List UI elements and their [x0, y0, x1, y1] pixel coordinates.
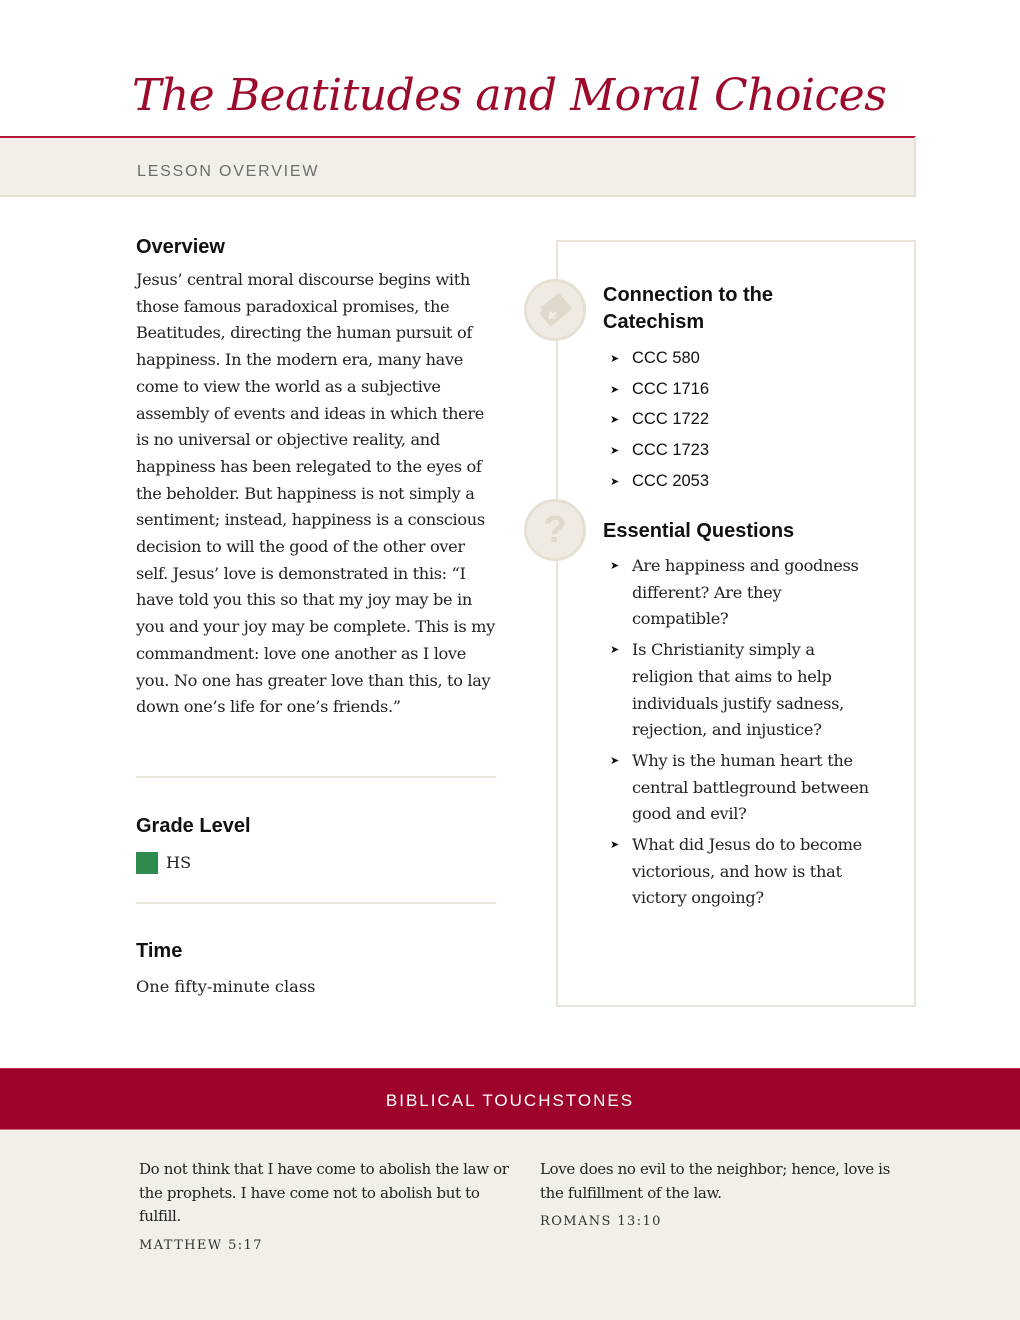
question-text: Is Christianity simply a religion that a… — [632, 640, 844, 740]
chevron-right-icon: ➤ — [610, 754, 620, 767]
grade-level-value: HS — [166, 853, 192, 872]
divider — [136, 902, 496, 904]
page-title: The Beatitudes and Moral Choices — [132, 70, 887, 121]
question-text: What did Jesus do to become victorious, … — [632, 835, 862, 908]
question-item: ➤ Are happiness and goodness different? A… — [610, 553, 870, 633]
scripture-quote: Do not think that I have come to abolish… — [139, 1158, 514, 1253]
quote-reference: ROMANS 13:10 — [540, 1214, 662, 1229]
catechism-item-label: CCC 1723 — [632, 441, 710, 460]
biblical-touchstones-band: BIBLICAL TOUCHSTONES — [0, 1068, 1020, 1130]
biblical-touchstones-label: BIBLICAL TOUCHSTONES — [385, 1091, 635, 1110]
chevron-right-icon: ➤ — [610, 383, 620, 396]
catechism-heading: Connection to the Catechism — [603, 282, 773, 336]
question-text: Are happiness and goodness different? Ar… — [632, 556, 859, 629]
quote-text: Love does no evil to the neighbor; hence… — [540, 1160, 890, 1202]
chevron-right-icon: ➤ — [610, 644, 620, 657]
catechism-item: ➤ CCC 1723 — [610, 435, 709, 466]
essential-questions-heading: Essential Questions — [603, 520, 795, 542]
question-mark-icon: ? — [524, 499, 586, 561]
grade-level-swatch — [136, 852, 158, 875]
catechism-item-label: CCC 580 — [632, 348, 700, 367]
catechism-list: ➤ CCC 580 ➤ CCC 1716 ➤ CCC 1722 ➤ CCC 1723 ➤… — [610, 343, 709, 497]
quote-text: Do not think that I have come to abolish… — [139, 1160, 509, 1225]
catechism-item-label: CCC 1716 — [632, 379, 710, 398]
grade-level-heading: Grade Level — [136, 815, 251, 837]
chevron-right-icon: ➤ — [610, 839, 620, 852]
chevron-right-icon: ➤ — [610, 445, 620, 458]
chevron-right-icon: ➤ — [610, 476, 620, 489]
overview-section: Overview Jesus’ central moral discourse … — [136, 236, 496, 721]
catechism-book-icon — [524, 279, 586, 341]
catechism-item-label: CCC 2053 — [632, 472, 710, 491]
catechism-item: ➤ CCC 1716 — [610, 374, 709, 405]
grade-level-row: HS — [136, 850, 191, 877]
catechism-item-label: CCC 1722 — [632, 410, 710, 429]
catechism-item: ➤ CCC 2053 — [610, 466, 709, 497]
chevron-right-icon: ➤ — [610, 560, 620, 572]
catechism-heading-line2: Catechism — [603, 311, 705, 333]
question-item: ➤ Is Christianity simply a religion that … — [610, 637, 870, 744]
catechism-item: ➤ CCC 580 — [610, 343, 709, 374]
question-item: ➤ What did Jesus do to become victorious,… — [610, 832, 870, 912]
question-item: ➤ Why is the human heart the central batt… — [610, 748, 870, 828]
catechism-item: ➤ CCC 1722 — [610, 405, 709, 436]
time-value: One fifty-minute class — [136, 977, 316, 996]
chevron-right-icon: ➤ — [610, 352, 620, 365]
chevron-right-icon: ➤ — [610, 414, 620, 427]
divider — [136, 776, 496, 778]
scripture-quote: Love does no evil to the neighbor; hence… — [540, 1158, 915, 1229]
catechism-heading-line1: Connection to the — [603, 284, 773, 306]
question-text: Why is the human heart the central battl… — [632, 750, 869, 824]
essential-questions-list: ➤ Are happiness and goodness different? A… — [610, 553, 870, 916]
time-heading: Time — [136, 940, 183, 962]
overview-text: Jesus’ central moral discourse begins wi… — [136, 270, 495, 717]
lesson-overview-label: LESSON OVERVIEW — [137, 163, 320, 180]
lesson-overview-band: LESSON OVERVIEW — [0, 136, 916, 197]
overview-heading: Overview — [136, 236, 225, 258]
quote-reference: MATTHEW 5:17 — [139, 1237, 263, 1253]
